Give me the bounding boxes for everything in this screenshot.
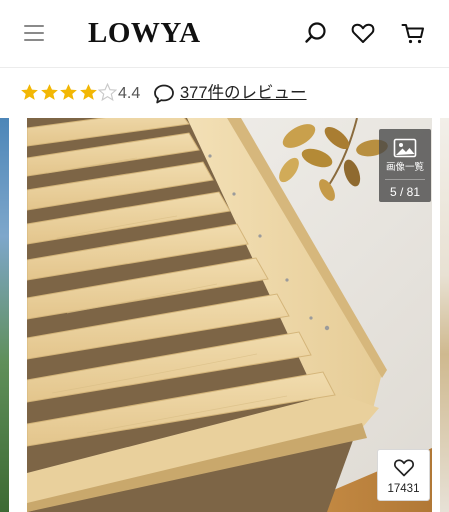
star-filled-icon <box>20 83 40 103</box>
star-rating <box>20 83 118 105</box>
image-gallery-button[interactable]: 画像一覧 5 / 81 <box>379 129 431 202</box>
favorite-button[interactable]: 17431 <box>377 449 430 501</box>
star-filled-icon <box>79 83 99 103</box>
rating-value: 4.4 <box>118 85 141 102</box>
gallery-label: 画像一覧 <box>385 162 424 173</box>
image-gallery-icon <box>393 138 417 158</box>
product-rating-bar: 4.4 377件のレビュー <box>0 78 449 110</box>
star-empty-icon <box>98 83 118 103</box>
review-count-link[interactable]: 377件のレビュー <box>180 83 307 104</box>
heart-icon[interactable] <box>350 20 376 46</box>
favorite-count: 17431 <box>387 483 420 495</box>
speech-bubble-icon[interactable] <box>153 83 175 105</box>
heart-outline-icon <box>393 457 415 477</box>
hamburger-menu-icon[interactable] <box>24 24 44 42</box>
previous-image-peek[interactable] <box>0 118 9 512</box>
image-counter: 5 / 81 <box>389 185 421 199</box>
next-image-peek[interactable] <box>440 118 449 512</box>
star-filled-icon <box>40 83 60 103</box>
search-icon[interactable] <box>303 20 329 46</box>
product-image-carousel[interactable]: 画像一覧 5 / 81 17431 <box>0 118 449 512</box>
gallery-divider <box>385 179 425 180</box>
star-filled-icon <box>59 83 79 103</box>
site-header: LOWYA <box>0 0 449 68</box>
cart-icon[interactable] <box>400 20 426 46</box>
product-photo-bed-slats[interactable] <box>27 118 432 512</box>
site-logo[interactable]: LOWYA <box>88 16 201 50</box>
